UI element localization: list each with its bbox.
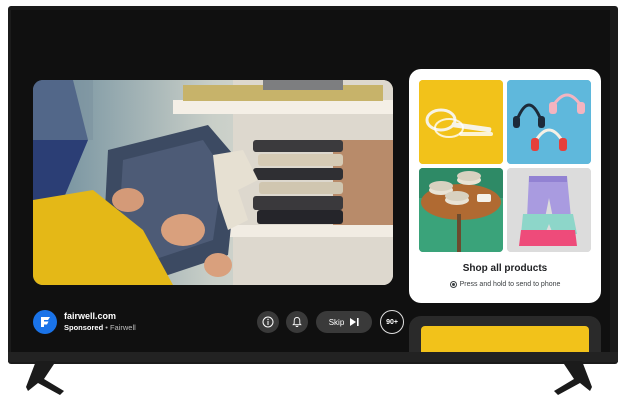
- next-product-card[interactable]: [409, 316, 601, 352]
- product-tile-plates[interactable]: [419, 168, 503, 252]
- skip-label: Skip: [328, 317, 345, 327]
- shop-card-title: Shop all products: [462, 263, 548, 274]
- product-tile-shorts[interactable]: [507, 168, 591, 252]
- plates-on-table-image: [419, 168, 503, 252]
- advertiser-name: Fairwell: [109, 323, 136, 332]
- info-button[interactable]: [257, 311, 279, 333]
- send-to-phone-text: Press and hold to send to phone: [459, 281, 561, 288]
- skip-next-icon: [350, 318, 359, 326]
- info-icon: [262, 316, 274, 328]
- ad-video[interactable]: [33, 80, 393, 285]
- shop-all-products-card[interactable]: Shop all products Press and hold to send…: [409, 69, 601, 303]
- product-tile-tennis-rackets[interactable]: [419, 80, 503, 164]
- advertiser-domain: fairwell.com: [64, 311, 117, 321]
- notify-button[interactable]: [286, 311, 308, 333]
- ad-countdown-badge: 90+: [380, 310, 404, 334]
- tv-screen: fairwell.com Sponsored • Fairwell Skip 9…: [11, 10, 610, 352]
- advertiser-info: fairwell.com Sponsored • Fairwell: [64, 311, 136, 333]
- sponsored-label: Sponsored: [64, 323, 104, 332]
- video-frame-image: [33, 80, 393, 285]
- next-card-image: [421, 326, 589, 352]
- shorts-image: [507, 168, 591, 252]
- skip-ad-button[interactable]: Skip: [316, 311, 372, 333]
- fairwell-logo-icon: [33, 310, 57, 334]
- ad-info-bar: fairwell.com Sponsored • Fairwell Skip 9…: [33, 310, 404, 338]
- product-tile-headphones[interactable]: [507, 80, 591, 164]
- tennis-rackets-image: [419, 80, 503, 164]
- bell-icon: [292, 317, 302, 328]
- tv-stand-left: [26, 361, 64, 395]
- tv-bottom-bezel: [8, 352, 618, 362]
- send-to-phone-hint: Press and hold to send to phone: [409, 281, 601, 288]
- radio-dot-icon: [449, 281, 457, 288]
- headphones-image: [507, 80, 591, 164]
- separator: •: [103, 323, 110, 332]
- tv-stand-right: [554, 361, 592, 395]
- sponsored-line: Sponsored • Fairwell: [64, 322, 136, 333]
